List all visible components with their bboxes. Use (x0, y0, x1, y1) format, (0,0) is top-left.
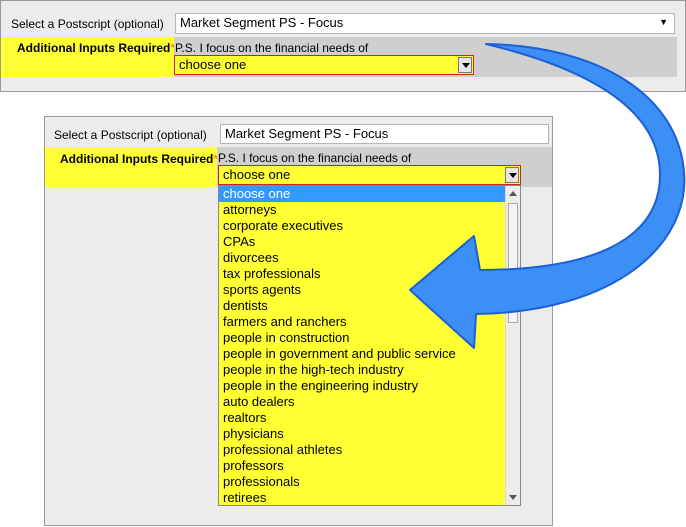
curved-arrow-icon (409, 43, 686, 349)
